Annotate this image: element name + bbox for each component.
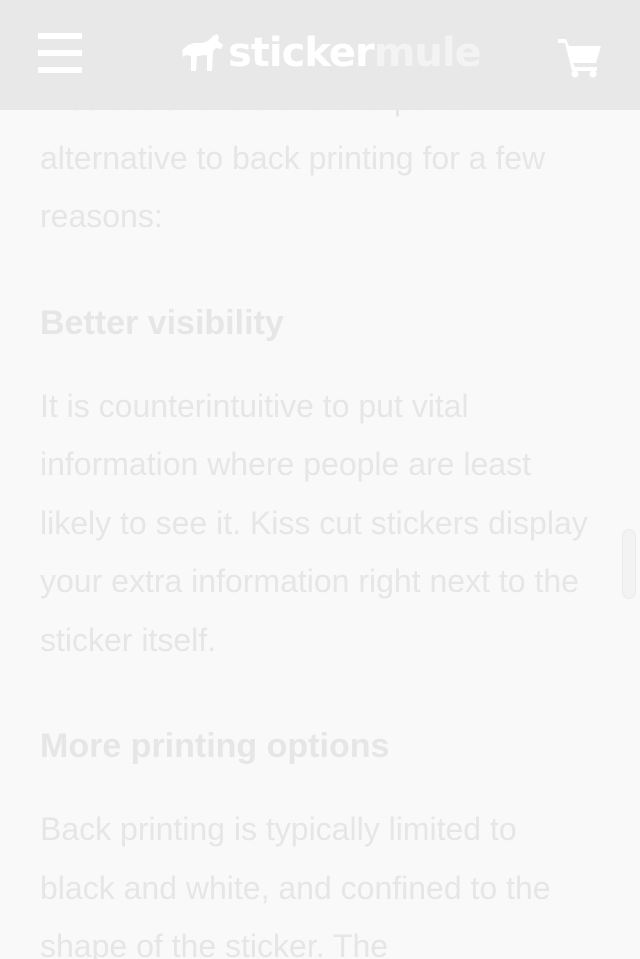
stickermule-logo[interactable]: stickermule: [180, 30, 482, 76]
section-heading-better-visibility: Better visibility: [40, 303, 284, 342]
logo-wordmark: stickermule: [228, 30, 482, 76]
section-body-better-visibility: It is counterintuitive to put vital info…: [40, 387, 588, 658]
article-content: Kiss cut stickers are a superior alterna…: [40, 70, 600, 959]
vertical-scrollbar-thumb[interactable]: [622, 529, 636, 599]
section-body-more-printing-options: Back printing is typically limited to bl…: [40, 811, 551, 959]
mule-logo-icon: [182, 34, 223, 71]
top-navigation-bar: stickermule: [0, 0, 640, 110]
section-heading-more-printing-options: More printing options: [40, 727, 390, 765]
hamburger-menu-icon[interactable]: [38, 33, 82, 73]
page: Kiss cut stickers are a superior alterna…: [0, 0, 640, 959]
shopping-cart-icon[interactable]: [556, 36, 604, 78]
